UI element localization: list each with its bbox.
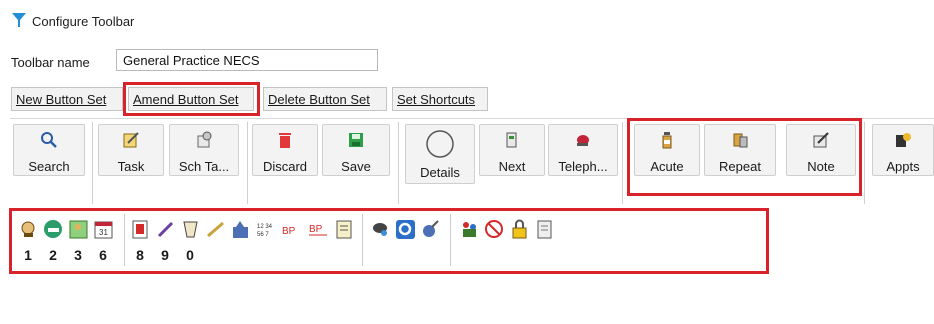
toolbar-separator <box>398 122 399 204</box>
amend-highlight-box <box>123 82 260 116</box>
trash-icon <box>279 133 291 148</box>
page-icon[interactable] <box>534 219 555 240</box>
shortcut-icons-highlight-box <box>9 208 769 274</box>
note-pencil-icon <box>813 132 829 148</box>
appointments-label: Appts <box>886 159 920 174</box>
floppy-disk-icon <box>349 133 363 147</box>
icon-separator <box>450 214 451 266</box>
circle-icon <box>426 130 454 158</box>
details-label: Details <box>420 165 460 180</box>
note-button[interactable]: Note <box>786 124 856 176</box>
weather-icon[interactable] <box>370 219 391 240</box>
cup-icon[interactable] <box>180 219 201 240</box>
funnel-app-icon <box>12 13 26 27</box>
consultation-icon[interactable] <box>18 219 39 240</box>
repeat-label: Repeat <box>719 159 761 174</box>
set-shortcuts-button[interactable]: Set Shortcuts <box>392 87 488 111</box>
shortcut-number: 0 <box>186 247 194 263</box>
window-title: Configure Toolbar <box>32 14 135 29</box>
numeric-icon[interactable]: 12 34 56 7 <box>255 219 276 240</box>
discard-button[interactable]: Discard <box>252 124 318 176</box>
lab-icon[interactable] <box>230 219 251 240</box>
padlock-icon[interactable] <box>509 219 530 240</box>
task-label: Task <box>117 159 145 174</box>
task-icon <box>123 132 139 148</box>
toolbar-separator <box>92 122 93 204</box>
ruler-icon[interactable] <box>205 219 226 240</box>
search-button[interactable]: Search <box>13 124 85 176</box>
appointments-icon <box>896 133 911 147</box>
icon-separator <box>124 214 125 266</box>
report-icon[interactable] <box>130 219 151 240</box>
new-button-set-button[interactable]: New Button Set <box>11 87 123 111</box>
save-button[interactable]: Save <box>322 124 390 176</box>
toolbar-separator <box>622 122 623 204</box>
patient-card-icon[interactable] <box>68 219 89 240</box>
acute-button[interactable]: Acute <box>634 124 700 176</box>
document-list-icon[interactable] <box>334 219 355 240</box>
details-button[interactable]: Details <box>405 124 475 184</box>
acute-label: Acute <box>650 159 684 174</box>
delete-button-set-button[interactable]: Delete Button Set <box>263 87 387 111</box>
svg-text:31: 31 <box>99 228 108 237</box>
icon-separator <box>362 214 363 266</box>
shortcut-number: 6 <box>99 247 107 263</box>
telephone-button[interactable]: Teleph... <box>548 124 618 176</box>
medicine-bottle-icon <box>662 132 672 149</box>
phone-icon[interactable] <box>43 219 64 240</box>
shortcut-number: 9 <box>161 247 169 263</box>
shortcut-number: 3 <box>74 247 82 263</box>
telephone-label: Teleph... <box>558 159 608 174</box>
svg-text:56 7: 56 7 <box>257 232 269 238</box>
people-icon[interactable] <box>459 219 480 240</box>
search-label: Search <box>28 159 70 174</box>
save-label: Save <box>341 159 371 174</box>
scheduled-task-icon <box>197 131 212 148</box>
next-label: Next <box>498 159 526 174</box>
shortcut-number: 8 <box>136 247 144 263</box>
toolbar-name-input[interactable] <box>116 49 378 71</box>
flask-icon[interactable] <box>420 219 441 240</box>
appointments-button[interactable]: Appts <box>872 124 934 176</box>
task-button[interactable]: Task <box>98 124 164 176</box>
svg-text:12 34: 12 34 <box>257 224 273 230</box>
shortcut-number: 2 <box>49 247 57 263</box>
scheduled-task-label: Sch Ta... <box>178 159 230 174</box>
toolbar-separator <box>864 122 865 204</box>
svg-text:BP: BP <box>309 224 323 235</box>
pen-icon[interactable] <box>155 219 176 240</box>
shortcut-number: 1 <box>24 247 32 263</box>
query-icon[interactable] <box>395 219 416 240</box>
bp-chart-icon[interactable]: BP <box>307 219 331 240</box>
no-smoking-icon[interactable] <box>484 219 505 240</box>
repeat-button[interactable]: Repeat <box>704 124 776 176</box>
magnifier-icon <box>41 132 57 148</box>
toolbar-separator <box>247 122 248 204</box>
next-button[interactable]: Next <box>479 124 545 176</box>
note-label: Note <box>807 159 835 174</box>
next-patient-icon <box>506 132 517 148</box>
toolbar-name-label: Toolbar name <box>11 55 90 70</box>
calendar-icon[interactable]: 31 <box>93 219 114 240</box>
telephone-icon <box>577 135 589 146</box>
scheduled-task-button[interactable]: Sch Ta... <box>169 124 239 176</box>
discard-label: Discard <box>262 159 308 174</box>
svg-text:BP: BP <box>282 226 296 237</box>
title-bar: Configure Toolbar <box>0 0 934 41</box>
repeat-prescription-icon <box>733 133 748 148</box>
bp-icon[interactable]: BP <box>280 219 304 240</box>
